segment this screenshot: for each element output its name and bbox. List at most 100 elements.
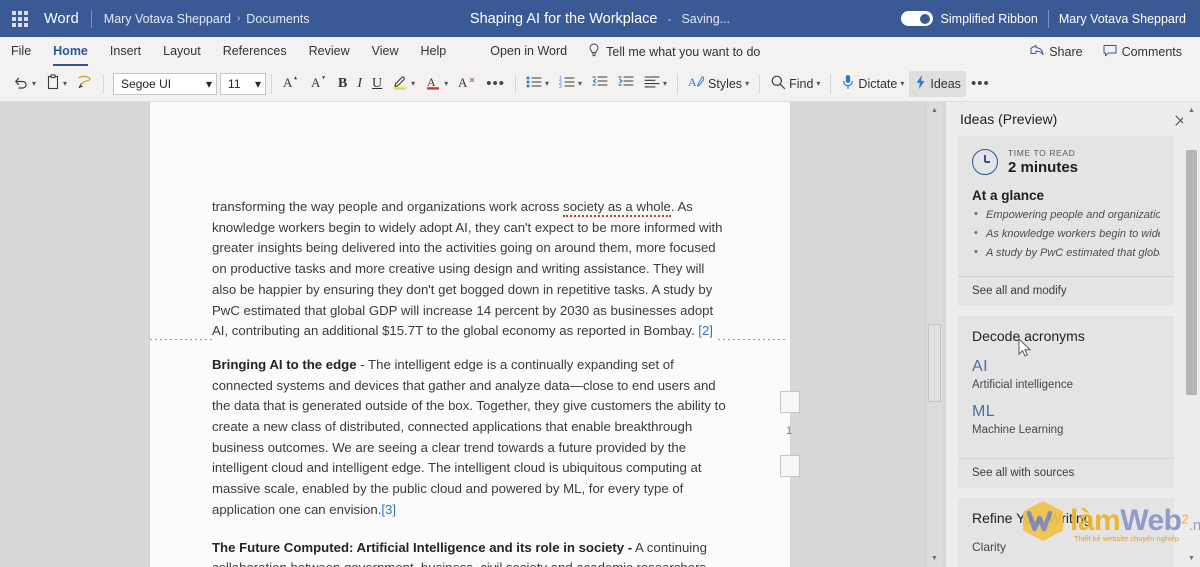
tab-references[interactable]: References [212, 37, 298, 66]
bullets-button[interactable]: ▾ [521, 71, 554, 97]
chevron-down-icon[interactable]: ▾ [32, 79, 36, 88]
ideas-pane-scrollbar[interactable]: ▲ ▼ [1183, 102, 1200, 567]
paragraph-3[interactable]: The Future Computed: Artificial Intellig… [212, 538, 728, 567]
para3-heading-run: The Future Computed: Artificial Intellig… [212, 539, 633, 555]
scroll-down-icon[interactable]: ▼ [1183, 550, 1200, 567]
chevron-down-icon[interactable]: ▾ [206, 77, 212, 91]
alignment-button[interactable]: ▾ [639, 71, 672, 97]
increase-indent-button[interactable] [613, 71, 639, 97]
comments-button[interactable]: Comments [1095, 41, 1190, 63]
tab-layout[interactable]: Layout [152, 37, 212, 66]
card-body: Refine Your Writing Clarity Conciseness [958, 498, 1174, 567]
paste-button[interactable]: ▾ [41, 71, 72, 97]
svg-text:A: A [458, 75, 468, 90]
scroll-up-icon[interactable]: ▲ [926, 102, 943, 119]
chevron-down-icon[interactable]: ▾ [63, 79, 67, 88]
ellipsis-icon: ••• [970, 75, 990, 92]
chevron-down-icon[interactable]: ▾ [816, 79, 820, 88]
paragraph-2[interactable]: Bringing AI to the edge - The intelligen… [212, 355, 728, 521]
list-item[interactable]: Empowering people and organizations with… [972, 209, 1160, 221]
highlight-button[interactable]: ▾ [387, 71, 420, 97]
acronym-term[interactable]: AI [972, 358, 1160, 376]
list-item[interactable]: A study by PwC estimated that global GDP… [972, 247, 1160, 259]
refine-item-clarity[interactable]: Clarity [972, 540, 1160, 554]
format-painter-button[interactable] [72, 71, 98, 97]
workspace: transforming the way people and organiza… [0, 102, 1200, 567]
decrease-indent-button[interactable] [587, 71, 613, 97]
citation-link-2[interactable]: [2] [698, 323, 713, 338]
para2-body-run: - The intelligent edge is a continually … [212, 356, 726, 517]
document-canvas[interactable]: transforming the way people and organiza… [0, 102, 945, 567]
scroll-down-icon[interactable]: ▼ [926, 550, 943, 567]
italic-button[interactable]: I [352, 71, 367, 97]
tab-home[interactable]: Home [42, 37, 99, 66]
card-time-to-read[interactable]: TIME TO READ 2 minutes At a glance Empow… [958, 136, 1174, 306]
account-name[interactable]: Mary Votava Sheppard [1059, 12, 1186, 26]
shrink-font-button[interactable]: A [305, 71, 333, 97]
grow-font-button[interactable]: A [277, 71, 305, 97]
svg-text:A: A [311, 75, 321, 90]
tell-me-search[interactable]: Tell me what you want to do [578, 43, 770, 60]
acronym-term[interactable]: ML [972, 403, 1160, 421]
document-scrollbar-thumb[interactable] [928, 324, 941, 402]
at-a-glance-list: Empowering people and organizations with… [972, 209, 1160, 259]
citation-link-3[interactable]: [3] [381, 502, 396, 517]
document-title[interactable]: Shaping AI for the Workplace [470, 11, 658, 27]
tab-insert[interactable]: Insert [99, 37, 152, 66]
tab-help[interactable]: Help [410, 37, 458, 66]
tab-review[interactable]: Review [298, 37, 361, 66]
clear-formatting-button[interactable]: A [453, 71, 481, 97]
breadcrumb-folder[interactable]: Documents [246, 12, 309, 26]
simplified-ribbon-toggle[interactable]: Simplified Ribbon [900, 11, 1038, 26]
card-refine-your-writing[interactable]: Refine Your Writing Clarity Conciseness [958, 498, 1174, 567]
ideas-scrollbar-thumb[interactable] [1186, 150, 1197, 395]
font-family-select[interactable]: Segoe UI ▾ [113, 72, 218, 95]
scroll-up-icon[interactable]: ▲ [1183, 102, 1200, 119]
bold-button[interactable]: B [333, 71, 352, 97]
increase-indent-icon [618, 75, 634, 92]
font-size-select[interactable]: 11 ▾ [220, 72, 267, 95]
tab-file[interactable]: File [0, 37, 42, 66]
list-item[interactable]: As knowledge workers begin to widely ado… [972, 228, 1160, 240]
styles-button[interactable]: A Styles ▾ [683, 71, 754, 97]
toggle-switch[interactable] [900, 11, 933, 26]
ribbon-overflow-button[interactable]: ••• [966, 71, 995, 97]
divider [759, 73, 761, 94]
ideas-button[interactable]: Ideas [909, 70, 966, 97]
find-button[interactable]: Find ▾ [765, 71, 825, 97]
spelling-error-text[interactable]: society as a whole [563, 199, 671, 217]
tab-view[interactable]: View [361, 37, 410, 66]
font-size-value: 11 [228, 76, 241, 91]
acronym-entry-ml[interactable]: ML Machine Learning [972, 403, 1160, 436]
chevron-down-icon[interactable]: ▾ [663, 79, 667, 88]
chevron-down-icon[interactable]: ▾ [255, 77, 261, 91]
chevron-down-icon[interactable]: ▾ [411, 79, 415, 88]
numbering-button[interactable]: 1 2 3 ▾ [554, 71, 587, 97]
chevron-down-icon[interactable]: ▾ [444, 79, 448, 88]
app-launcher-icon[interactable] [0, 0, 40, 37]
font-color-button[interactable]: A ▾ [420, 71, 453, 97]
chevron-down-icon[interactable]: ▾ [545, 79, 549, 88]
paragraph-1[interactable]: transforming the way people and organiza… [212, 197, 728, 342]
svg-text:3: 3 [559, 84, 562, 89]
see-all-and-modify-link[interactable]: See all and modify [958, 276, 1174, 306]
divider [103, 73, 105, 94]
breadcrumb-user[interactable]: Mary Votava Sheppard [104, 12, 231, 26]
document-text-body[interactable]: transforming the way people and organiza… [150, 102, 790, 567]
more-formatting-button[interactable]: ••• [481, 71, 510, 97]
dictate-button[interactable]: Dictate ▾ [836, 71, 909, 97]
share-button[interactable]: Share [1022, 41, 1090, 63]
see-all-with-sources-link[interactable]: See all with sources [958, 458, 1174, 488]
chevron-down-icon[interactable]: ▾ [578, 79, 582, 88]
document-page[interactable]: transforming the way people and organiza… [150, 102, 790, 567]
chevron-down-icon[interactable]: ▾ [745, 79, 749, 88]
underline-button[interactable]: U [367, 71, 387, 97]
document-scrollbar[interactable]: ▲ ▼ [925, 102, 942, 567]
open-in-word-button[interactable]: Open in Word [479, 37, 578, 66]
acronym-entry-ai[interactable]: AI Artificial intelligence [972, 358, 1160, 391]
ideas-pane-body[interactable]: TIME TO READ 2 minutes At a glance Empow… [946, 136, 1184, 567]
undo-button[interactable]: ▾ [8, 71, 41, 97]
card-decode-acronyms[interactable]: Decode acronyms AI Artificial intelligen… [958, 316, 1174, 488]
app-name[interactable]: Word [40, 11, 89, 27]
chevron-down-icon[interactable]: ▾ [900, 79, 904, 88]
